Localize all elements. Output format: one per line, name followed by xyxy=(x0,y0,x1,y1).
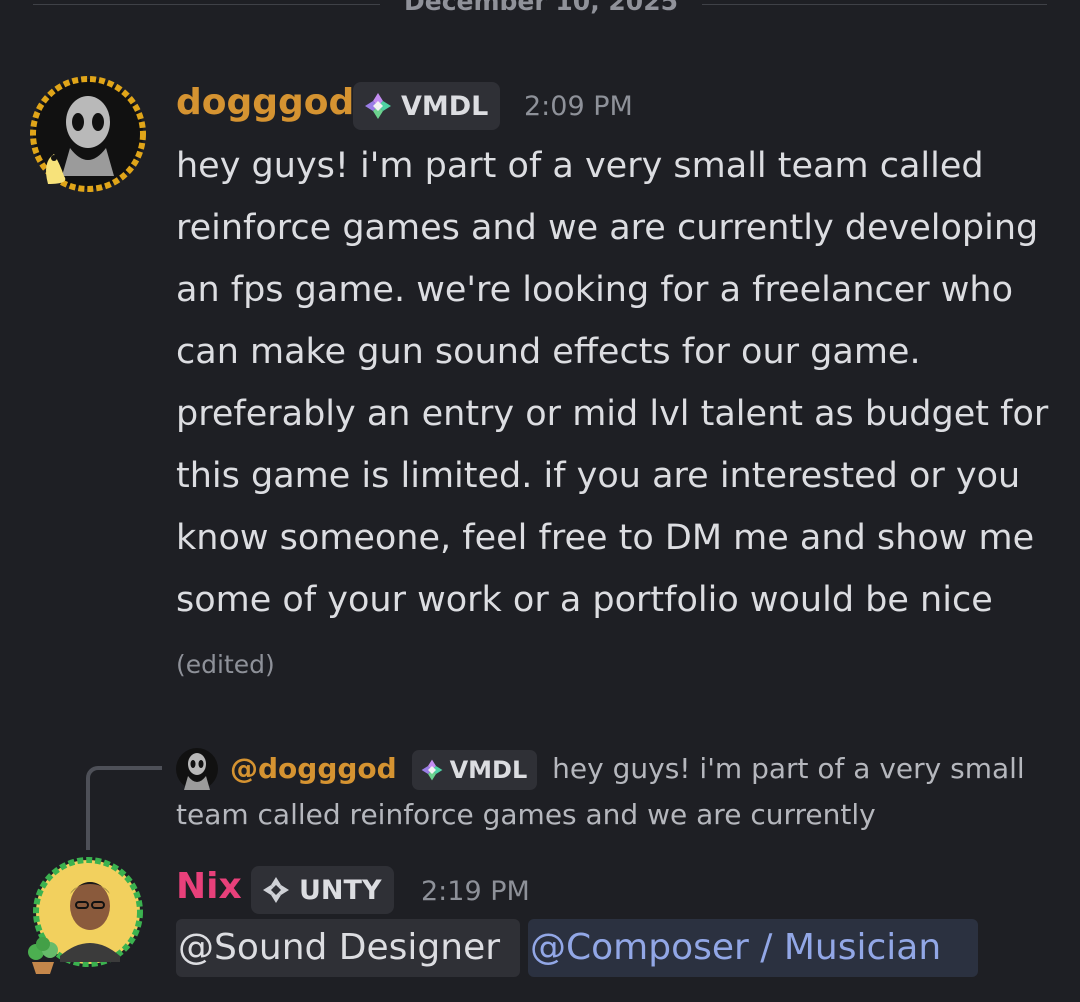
message-body: hey guys! i'm part of a very small team … xyxy=(176,135,1056,696)
server-tag[interactable]: UNTY xyxy=(251,866,394,914)
diamond-icon xyxy=(365,93,391,119)
username[interactable]: Nix xyxy=(176,866,242,907)
divider-line-right xyxy=(702,4,1047,5)
diamond-icon xyxy=(421,759,442,781)
server-tag-label: UNTY xyxy=(299,874,382,906)
reply-server-tag-label: VMDL xyxy=(449,756,528,784)
divider-line-left xyxy=(33,4,380,5)
diamond-icon xyxy=(263,877,289,903)
username[interactable]: dogggod xyxy=(176,82,354,123)
alien-avatar-icon[interactable] xyxy=(30,76,146,192)
timestamp: 2:19 PM xyxy=(421,876,530,907)
role-mention-composer[interactable]: @Composer / Musician xyxy=(528,919,978,977)
edited-label: (edited) xyxy=(176,650,275,679)
timestamp: 2:09 PM xyxy=(524,91,633,122)
person-avatar-icon[interactable] xyxy=(24,856,144,976)
date-divider: December 10, 2025 xyxy=(0,0,1080,20)
message-text: hey guys! i'm part of a very small team … xyxy=(176,146,1049,620)
reply-preview[interactable]: @dogggod VMDL hey guys! i'm part of a ve… xyxy=(176,746,1036,838)
role-mention-sound-designer[interactable]: @Sound Designer xyxy=(176,919,520,977)
server-tag-label: VMDL xyxy=(401,90,489,122)
reply-avatar xyxy=(176,748,218,790)
server-tag[interactable]: VMDL xyxy=(353,82,501,130)
divider-date: December 10, 2025 xyxy=(404,0,678,16)
reply-server-tag[interactable]: VMDL xyxy=(411,750,538,790)
reply-mention[interactable]: @dogggod xyxy=(230,752,397,785)
reply-connector xyxy=(86,766,162,850)
